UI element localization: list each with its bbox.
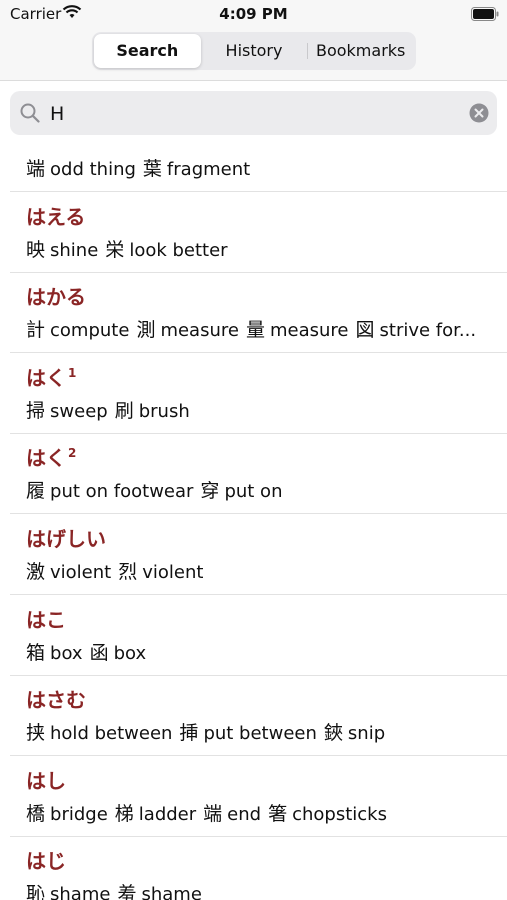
english-gloss: measure bbox=[269, 320, 349, 342]
kanji-char: 挟 bbox=[26, 722, 46, 745]
english-gloss: sweep bbox=[50, 400, 108, 422]
list-item[interactable]: はし橋 bridge 梯 ladder 端 end 箸 chopsticks bbox=[0, 757, 507, 837]
entry-glosses: 映 shine 栄 look better bbox=[26, 235, 496, 262]
english-gloss: box bbox=[50, 642, 83, 664]
kanji-char: 梯 bbox=[114, 802, 134, 825]
kanji-char: 橋 bbox=[26, 802, 46, 825]
english-gloss: violent bbox=[50, 562, 112, 583]
english-gloss: look better bbox=[129, 239, 228, 261]
kanji-char: 烈 bbox=[118, 561, 138, 583]
mode-segmented-control: Search History Bookmarks bbox=[92, 32, 416, 70]
battery-icon bbox=[471, 6, 499, 25]
clear-search-icon[interactable] bbox=[469, 103, 489, 127]
list-item[interactable]: はかる計 compute 測 measure 量 measure 図 strive for..… bbox=[0, 273, 507, 354]
entry-kana: はく 1 bbox=[26, 365, 77, 390]
kanji-char: 穿 bbox=[200, 480, 220, 503]
list-item[interactable]: はじ恥 shame 羞 shame bbox=[0, 837, 507, 900]
tab-bookmarks[interactable]: Bookmarks bbox=[307, 34, 414, 68]
entry-glosses: 端 odd thing 葉 fragment bbox=[26, 154, 496, 181]
list-item[interactable]: はげしい激 violent 烈 violent bbox=[0, 515, 507, 595]
status-time: 4:09 PM bbox=[219, 5, 288, 23]
list-item[interactable]: はこ箱 box 函 box bbox=[0, 596, 507, 676]
english-gloss: ladder bbox=[138, 803, 197, 825]
kanji-char: 映 bbox=[26, 238, 46, 261]
status-bar: Carrier 4:09 PM bbox=[0, 0, 507, 28]
search-icon bbox=[20, 103, 40, 127]
kanji-char: 端 bbox=[26, 158, 46, 180]
english-gloss: snip bbox=[347, 723, 386, 745]
list-item[interactable]: はさむ挟 hold between 挿 put between 鋏 snip bbox=[0, 676, 507, 757]
english-gloss: put on bbox=[224, 481, 283, 503]
kanji-char: 計 bbox=[26, 319, 46, 342]
english-gloss: brush bbox=[138, 400, 190, 422]
entry-glosses: 激 violent 烈 violent bbox=[26, 557, 496, 584]
english-gloss: measure bbox=[160, 320, 239, 342]
entry-kana: はえる bbox=[26, 204, 86, 229]
english-gloss: end bbox=[227, 803, 262, 825]
kanji-char: 量 bbox=[245, 319, 265, 342]
english-gloss: fragment bbox=[166, 159, 251, 180]
list-item[interactable]: 端 odd thing 葉 fragment bbox=[0, 145, 507, 192]
kanji-char: 葉 bbox=[142, 158, 162, 180]
list-item[interactable]: はく 2 履 put on footwear 穿 put on bbox=[0, 434, 507, 515]
kanji-char: 箸 bbox=[268, 802, 288, 825]
entry-kana: はこ bbox=[26, 607, 66, 632]
kanji-char: 刷 bbox=[114, 399, 134, 422]
kanji-char: 図 bbox=[355, 319, 375, 342]
entry-kana: はげしい bbox=[26, 527, 106, 551]
entry-kana: はじ bbox=[26, 849, 66, 874]
list-item[interactable]: はく 1 掃 sweep 刷 brush bbox=[0, 354, 507, 434]
entry-kana: はく 2 bbox=[26, 446, 77, 471]
results-list: 端 odd thing 葉 fragment はえる映 shine 栄 look better… bbox=[0, 145, 507, 900]
english-gloss: shame bbox=[50, 884, 111, 900]
kanji-char: 掃 bbox=[26, 399, 46, 422]
entry-glosses: 履 put on footwear 穿 put on bbox=[26, 476, 496, 503]
entry-sense-number: 2 bbox=[68, 446, 77, 461]
english-gloss: put on footwear bbox=[50, 481, 194, 503]
kanji-char: 端 bbox=[203, 802, 223, 825]
english-gloss: violent bbox=[142, 562, 204, 583]
english-gloss: bridge bbox=[50, 803, 108, 825]
english-gloss: compute bbox=[50, 320, 130, 342]
english-gloss: hold between bbox=[50, 723, 173, 745]
kanji-char: 測 bbox=[136, 319, 156, 342]
entry-glosses: 箱 box 函 box bbox=[26, 638, 496, 665]
kanji-char: 激 bbox=[26, 561, 46, 583]
tab-history[interactable]: History bbox=[201, 34, 308, 68]
entry-glosses: 計 compute 測 measure 量 measure 図 strive for... bbox=[26, 315, 496, 342]
kanji-char: 羞 bbox=[117, 883, 137, 900]
english-gloss: put between bbox=[203, 723, 317, 745]
tab-search[interactable]: Search bbox=[94, 34, 201, 68]
english-gloss: chopsticks bbox=[292, 803, 387, 825]
english-gloss: odd thing bbox=[50, 159, 136, 180]
entry-sense-number: 1 bbox=[68, 365, 77, 380]
kanji-char: 箱 bbox=[26, 641, 46, 664]
kanji-char: 恥 bbox=[26, 883, 46, 900]
entry-kana: はかる bbox=[26, 285, 86, 310]
entry-glosses: 掃 sweep 刷 brush bbox=[26, 396, 496, 423]
entry-glosses: 橋 bridge 梯 ladder 端 end 箸 chopsticks bbox=[26, 799, 496, 826]
kanji-char: 函 bbox=[89, 641, 109, 664]
entry-kana: はし bbox=[26, 768, 66, 793]
search-area bbox=[0, 81, 507, 145]
search-bar bbox=[10, 91, 497, 135]
english-gloss: strive for... bbox=[379, 320, 477, 342]
kanji-char: 栄 bbox=[105, 238, 125, 261]
entry-kana: はさむ bbox=[26, 688, 86, 713]
search-input[interactable] bbox=[48, 99, 462, 129]
kanji-char: 挿 bbox=[179, 722, 199, 745]
list-item[interactable]: はえる映 shine 栄 look better bbox=[0, 193, 507, 273]
entry-glosses: 挟 hold between 挿 put between 鋏 snip bbox=[26, 718, 496, 745]
nav-header: Search History Bookmarks bbox=[0, 28, 507, 81]
english-gloss: box bbox=[113, 642, 147, 664]
kanji-char: 鋏 bbox=[323, 722, 343, 745]
entry-glosses: 恥 shame 羞 shame bbox=[26, 879, 496, 900]
english-gloss: shine bbox=[50, 239, 99, 261]
kanji-char: 履 bbox=[26, 480, 46, 503]
english-gloss: shame bbox=[141, 884, 202, 900]
